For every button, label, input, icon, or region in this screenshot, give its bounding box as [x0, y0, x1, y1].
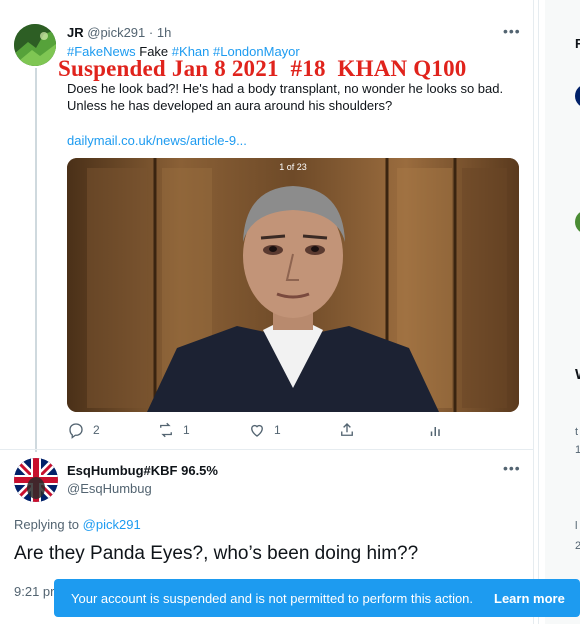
reply-button[interactable]: 2 [67, 421, 100, 439]
reply-icon [69, 423, 83, 439]
user-handle[interactable]: @pick291 [87, 25, 145, 40]
twitter-page: JR @pick291 · 1h ••• #FakeNews Fake #Kha… [0, 0, 580, 624]
avatar[interactable] [14, 24, 56, 66]
retweet-count: 1 [183, 423, 190, 437]
tweet-actions: 2 1 1 [67, 421, 507, 441]
sidebar-avatar-fragment [575, 84, 580, 108]
tweet-text: Are they Panda Eyes?, who’s been doing h… [14, 543, 419, 564]
sidebar-column: F W t 1 l 2 [545, 0, 580, 624]
reply-count: 2 [93, 423, 100, 437]
tweet-time[interactable]: 1h [157, 25, 171, 40]
column-divider [538, 0, 539, 624]
thread-connector-line [35, 68, 37, 452]
analytics-icon [430, 427, 440, 436]
sidebar-fragment: W [575, 366, 580, 383]
tweet-body-line: Unless he has developed an aura around h… [67, 98, 393, 113]
share-button[interactable] [338, 421, 356, 439]
timeline-column: JR @pick291 · 1h ••• #FakeNews Fake #Kha… [0, 0, 534, 624]
like-button[interactable]: 1 [248, 421, 281, 439]
media-counter: 1 of 23 [279, 162, 307, 172]
retweet-icon [160, 422, 172, 438]
user-name[interactable]: EsqHumbug#KBF 96.5% [67, 463, 218, 478]
tweet-timestamp[interactable]: 9:21 pr [14, 584, 54, 599]
tweet-header: JR @pick291 · 1h [67, 25, 171, 40]
replying-to: Replying to @pick291 [14, 517, 141, 532]
like-count: 1 [274, 423, 281, 437]
retweet-button[interactable]: 1 [157, 421, 190, 439]
suspension-message: Your account is suspended and is not per… [71, 591, 474, 606]
tweet-media[interactable]: 1 of 23 [67, 158, 519, 412]
tweet-body: Does he look bad?! He's had a body trans… [67, 80, 507, 114]
avatar[interactable] [14, 458, 58, 502]
sidebar-fragment: t [575, 426, 579, 438]
tweet-body-line: Does he look bad?! He's had a body trans… [67, 81, 504, 96]
sidebar-avatar-fragment [575, 210, 580, 234]
sidebar-fragment: l [575, 520, 578, 532]
more-options-icon[interactable]: ••• [503, 23, 521, 39]
article-link[interactable]: dailymail.co.uk/news/article-9... [67, 133, 247, 148]
analytics-button[interactable] [427, 421, 445, 439]
sidebar-fragment: 1 [575, 444, 580, 456]
suspension-banner: Your account is suspended and is not per… [54, 579, 580, 617]
more-options-icon[interactable]: ••• [503, 460, 521, 476]
learn-more-link[interactable]: Learn more [494, 591, 565, 606]
user-handle[interactable]: @EsqHumbug [67, 481, 152, 496]
replying-prefix: Replying to [14, 517, 80, 532]
mention-link[interactable]: @pick291 [83, 517, 141, 532]
sidebar-fragment: 2 [575, 540, 580, 552]
separator-dot: · [148, 25, 157, 40]
heart-icon [251, 424, 263, 437]
avatar-image [14, 24, 56, 66]
media-photo [67, 158, 519, 412]
tweet-divider [0, 449, 534, 450]
sidebar-fragment: F [575, 36, 580, 51]
overlay-caption: Suspended Jan 8 2021 #18 KHAN Q100 [58, 56, 467, 81]
share-icon [341, 423, 353, 436]
union-jack-avatar-image [14, 458, 58, 502]
user-name[interactable]: JR [67, 25, 84, 40]
